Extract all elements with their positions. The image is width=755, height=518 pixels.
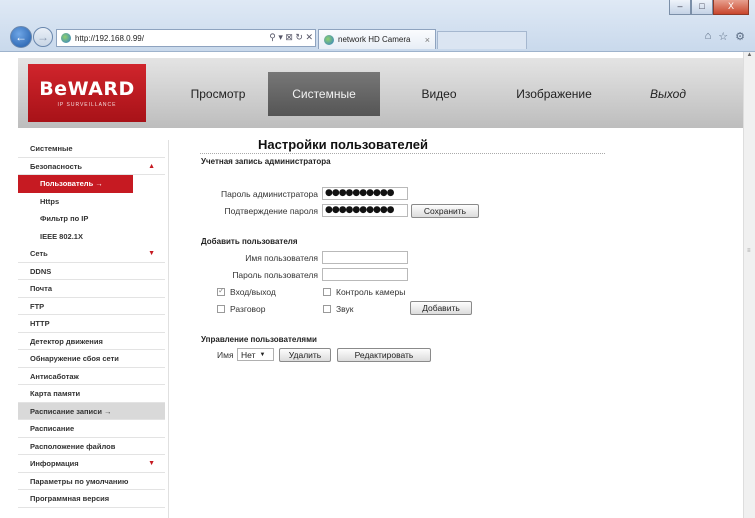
maximize-button[interactable]: □ [691,0,713,15]
expand-arrow-icon: ▼ [148,250,155,257]
user-password-label: Пароль пользователя [232,270,318,280]
new-tab-area[interactable] [437,31,527,49]
sidebar-item-firmware-version[interactable]: Программная версия [18,490,165,508]
sidebar-item-ip-filter[interactable]: Фильтр по IP [18,210,165,228]
confirm-password-label: Подтверждение пароля [224,206,318,216]
user-name-field[interactable] [322,251,408,264]
forward-arrow-icon: → [37,30,49,44]
talk-checkbox[interactable]: Разговор [217,304,265,314]
talk-label: Разговор [230,304,266,314]
window-controls: – □ X [669,0,749,15]
sidebar-item-https[interactable]: Https [18,193,165,211]
admin-password-field[interactable]: ●●●●●●●●●● [322,187,408,200]
sidebar-item-memory-card[interactable]: Карта памяти [18,385,165,403]
user-select[interactable]: Нет ▼ [237,348,274,361]
favorites-star-icon[interactable]: ☆ [718,30,728,43]
menu-item-view[interactable]: Просмотр [168,72,268,116]
sidebar-divider [168,140,169,518]
page-header: BeWARD IP SURVEILLANCE Просмотр Системны… [18,58,748,128]
browser-chrome: – □ X ← → http://192.168.0.99/ ⚲ ▾ ⊠ ↻ ✕… [0,0,755,52]
user-select-value: Нет [241,349,256,360]
page-scrollbar[interactable]: ▲ ≡ [743,52,755,518]
sidebar-item-ftp[interactable]: FTP [18,298,165,315]
browser-tab[interactable]: network HD Camera × [318,29,436,49]
delete-user-button[interactable]: Удалить [279,348,331,362]
expand-arrow-icon: ▼ [148,460,155,467]
menu-item-image[interactable]: Изображение [498,72,610,116]
address-bar-tools[interactable]: ⚲ ▾ ⊠ ↻ ✕ [269,32,313,43]
title-divider [200,153,605,154]
sidebar-item-user[interactable]: Пользователь → [18,175,133,193]
sidebar-item-system[interactable]: Системные [18,140,165,158]
tab-favicon-icon [324,34,334,45]
collapse-arrow-icon: ▲ [148,162,155,170]
sidebar-item-antisabotage[interactable]: Антисаботаж [18,368,165,385]
sidebar-item-security[interactable]: Безопасность ▲ [18,158,165,175]
sidebar-item-motion-detection[interactable]: Детектор движения [18,333,165,350]
minimize-button[interactable]: – [669,0,691,15]
add-user-button[interactable]: Добавить [410,301,472,315]
camera-control-label: Контроль камеры [336,287,406,297]
sidebar: Системные Безопасность ▲ Пользователь → H… [18,140,165,518]
sidebar-item-ddns[interactable]: DDNS [18,263,165,280]
sound-checkbox[interactable]: Звук [323,304,353,314]
sidebar-item-information[interactable]: Информация ▼ [18,455,165,473]
sound-label: Звук [336,304,354,314]
tab-title: network HD Camera [338,35,411,44]
chevron-down-icon: ▼ [259,351,266,358]
scroll-grip-icon: ≡ [747,248,751,254]
admin-password-label: Пароль администратора [221,189,318,199]
admin-section-heading: Учетная запись администратора [201,157,331,166]
back-arrow-icon: ← [15,30,27,44]
checkbox-checked-icon [217,286,225,296]
edit-user-button[interactable]: Редактировать [337,348,431,362]
logo-subtitle: IP SURVEILLANCE [57,102,117,108]
beward-logo: BeWARD IP SURVEILLANCE [28,64,146,122]
checkbox-icon [323,305,331,313]
sidebar-item-network-failure[interactable]: Обнаружение сбоя сети [18,350,165,368]
menu-item-system[interactable]: Системные [268,72,380,116]
checkbox-icon [217,305,225,313]
login-logout-checkbox[interactable]: Вход/выход [217,286,276,297]
tab-close-icon[interactable]: × [425,35,430,45]
menu-item-video[interactable]: Видео [380,72,498,116]
address-url: http://192.168.0.99/ [75,33,144,43]
address-bar[interactable]: http://192.168.0.99/ ⚲ ▾ ⊠ ↻ ✕ [56,29,316,47]
sidebar-item-network[interactable]: Сеть ▼ [18,245,165,263]
checkbox-icon [323,288,331,296]
site-favicon-icon [61,33,71,43]
home-icon[interactable]: ⌂ [705,30,712,43]
forward-button[interactable]: → [33,27,53,47]
manage-users-section-heading: Управление пользователями [201,335,317,344]
back-button[interactable]: ← [10,26,32,48]
manage-name-label: Имя [217,350,234,360]
scroll-up-arrow-icon[interactable]: ▲ [744,52,755,62]
logo-text: BeWARD [39,78,135,100]
close-window-button[interactable]: X [713,0,749,15]
page-title: Настройки пользователей [258,137,428,152]
menu-item-logout[interactable]: Выход [610,72,726,116]
sidebar-item-mail[interactable]: Почта [18,280,165,298]
add-user-section-heading: Добавить пользователя [201,237,298,246]
sidebar-item-http[interactable]: HTTP [18,315,165,333]
sidebar-item-file-location[interactable]: Расположение файлов [18,438,165,455]
browser-toolbar-icons: ⌂ ☆ ⚙ [705,30,745,43]
save-button[interactable]: Сохранить [411,204,479,218]
sidebar-item-ieee8021x[interactable]: IEEE 802.1X [18,228,165,246]
login-logout-label: Вход/выход [230,287,276,297]
confirm-password-field[interactable]: ●●●●●●●●●● [322,204,408,217]
user-name-label: Имя пользователя [245,253,318,263]
settings-gear-icon[interactable]: ⚙ [735,30,745,43]
sidebar-item-defaults[interactable]: Параметры по умолчанию [18,473,165,490]
sidebar-item-schedule[interactable]: Расписание [18,420,165,438]
sidebar-item-record-schedule[interactable]: Расписание записи → [18,402,165,420]
user-password-field[interactable] [322,268,408,281]
main-menu: Просмотр Системные Видео Изображение Вых… [168,72,748,116]
camera-control-checkbox[interactable]: Контроль камеры [323,287,405,297]
